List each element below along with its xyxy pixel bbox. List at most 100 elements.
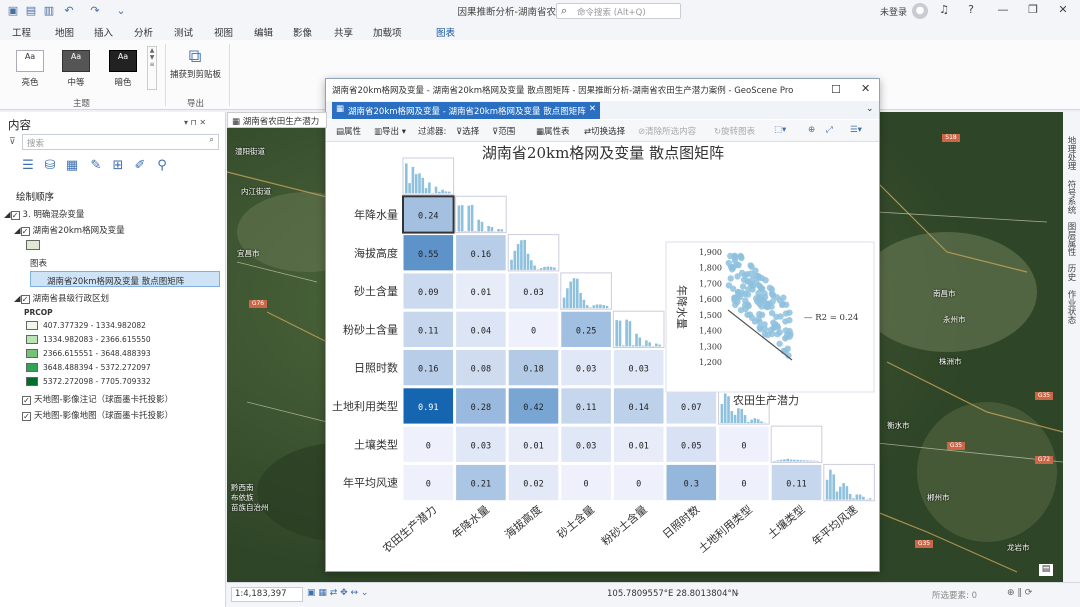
layer-basemap-imagery[interactable]: ✓ 天地图-影像地图（球面墨卡托投影） [22, 409, 173, 421]
histogram-bar [418, 173, 421, 194]
preview-y-tick: 1,700 [699, 279, 722, 288]
filter-extent-button[interactable]: ⊽范围 [492, 125, 515, 137]
menu-edit[interactable]: 编辑 [254, 25, 273, 39]
preview-y-tick: 1,800 [699, 264, 722, 273]
full-extent-icon[interactable]: ⤢ [826, 125, 833, 135]
scatter-matrix-chart[interactable]: 湖南省20km格网及变量 散点图矩阵 0.24 0.55 0.16 0.09 0.01 0.… [326, 142, 880, 572]
menu-analysis[interactable]: 分析 [134, 25, 153, 39]
histogram-bar [457, 205, 461, 232]
menu-view[interactable]: 视图 [214, 25, 233, 39]
layer-county-boundaries[interactable]: ◢✓ 湖南省县级行政区划 [14, 292, 109, 304]
capture-clipboard-icon[interactable]: ⧉ [182, 46, 208, 68]
filter-select-button[interactable]: ⊽选择 [456, 125, 479, 137]
layer-checkbox[interactable]: ✓ [22, 412, 31, 421]
histogram-bar [723, 393, 727, 424]
menu-test[interactable]: 测试 [174, 25, 193, 39]
layer-checkbox[interactable]: ✓ [20, 295, 30, 304]
menu-map[interactable]: 地图 [55, 25, 74, 39]
r2-value: 0.03 [471, 441, 491, 451]
menu-addins[interactable]: 加载项 [373, 25, 402, 39]
histogram-bar [776, 460, 780, 462]
map-notes-icon[interactable]: ▤ [1039, 564, 1053, 576]
histogram-bar [434, 186, 438, 194]
map-scale-value: 1:4,183,397 [235, 589, 287, 599]
histogram-bar [585, 305, 589, 309]
row-label: 土壤类型 [354, 437, 398, 451]
tab-history[interactable]: 历史 [1065, 264, 1077, 281]
tab-layer-properties[interactable]: 图层属性 [1065, 222, 1077, 256]
r2-value: 0.03 [628, 365, 648, 375]
coordinate-format-dropdown-icon[interactable]: ⌄ [733, 588, 741, 598]
histogram-bar [638, 337, 642, 347]
r2-value: 0.21 [471, 480, 491, 490]
clear-selection-button[interactable]: ⊘清除所选内容 [638, 125, 696, 137]
attribute-table-button[interactable]: ▦属性表 [536, 125, 570, 137]
row-label: 日照时数 [354, 362, 398, 375]
list-by-perspective-icon[interactable]: ⚲ [154, 158, 170, 174]
export-button[interactable]: ▥导出 ▾ [374, 125, 406, 137]
status-tools-icon[interactable]: ▣ ▦ ⇄ ✥ ↔ ⌄ [307, 588, 368, 598]
minimize-button[interactable]: — [994, 3, 1012, 19]
layer-checkbox[interactable]: ✓ [20, 227, 30, 236]
layer-group-confounders[interactable]: ◢✓ 3. 明确混杂变量 [4, 208, 84, 220]
list-by-labeling-icon[interactable]: ✐ [132, 158, 148, 174]
preview-point [755, 272, 762, 280]
menu-insert[interactable]: 插入 [94, 25, 113, 39]
list-by-source-icon[interactable]: ⛁ [42, 158, 58, 174]
chart-tab[interactable]: ▦ 湖南省20km格网及变量 - 湖南省20km格网及变量 散点图矩阵 ✕ [332, 102, 600, 119]
contents-search-input[interactable]: 搜索 ⌕ [22, 134, 219, 150]
list-by-snapping-icon[interactable]: ⊞ [110, 158, 126, 174]
tab-geoprocessing[interactable]: 地理处理 [1065, 136, 1077, 170]
chart-menu-icon[interactable]: ☰▾ [850, 125, 862, 135]
rotate-chart-button[interactable]: ↻旋转图表 [714, 125, 755, 137]
menu-imagery[interactable]: 影像 [293, 25, 312, 39]
menu-share[interactable]: 共享 [334, 25, 353, 39]
list-by-selection-icon[interactable]: ▦ [64, 158, 80, 174]
help-button[interactable]: ? [962, 3, 980, 19]
zoom-icon[interactable]: ⊕ [808, 125, 815, 135]
map-scale-input[interactable]: 1:4,183,397 [231, 587, 303, 602]
notification-bell-icon[interactable]: ♫ [935, 3, 953, 19]
layer-symbol[interactable] [26, 240, 40, 250]
maximize-button[interactable]: ☐ [831, 83, 841, 96]
theme-dark-button[interactable]: Aa [109, 50, 137, 72]
pane-menu-icon[interactable]: ▾ ⊓ ✕ [184, 118, 206, 127]
list-by-draw-order-icon[interactable]: ☰ [20, 158, 36, 174]
chart-title: 湖南省20km格网及变量 散点图矩阵 [482, 144, 724, 162]
selection-tool-icon[interactable]: ⬚▾ [774, 125, 786, 135]
preview-point [761, 290, 768, 297]
histogram-bar [835, 491, 839, 500]
layer-grid-variables[interactable]: ◢✓ 湖南省20km格网及变量 [14, 224, 125, 236]
close-tab-icon[interactable]: ✕ [589, 104, 596, 114]
layer-basemap-labels[interactable]: ✓ 天地图-影像注记（球面墨卡托投影） [22, 393, 173, 405]
close-button[interactable]: ✕ [1054, 3, 1072, 19]
preview-point [780, 294, 787, 301]
menu-project[interactable]: 工程 [12, 25, 31, 39]
histogram-bar [536, 269, 540, 270]
filter-icon[interactable]: ⊽ [9, 137, 16, 147]
refresh-icon[interactable]: ⊕ ‖ ⟳ [1007, 588, 1032, 598]
capture-clipboard-button[interactable]: 捕获到剪贴板 [170, 68, 221, 80]
command-search-input[interactable]: ⌕ 命令搜索 (Alt+Q) [556, 3, 681, 19]
tab-job-status[interactable]: 作业状态 [1065, 290, 1077, 324]
sign-in-status[interactable]: 未登录 [880, 5, 907, 18]
histogram-bar [605, 305, 609, 309]
theme-medium-button[interactable]: Aa [62, 50, 90, 72]
layer-checkbox[interactable]: ✓ [22, 396, 31, 405]
row-label: 海拔高度 [354, 246, 398, 260]
avatar[interactable]: ● [912, 3, 928, 19]
properties-button[interactable]: ▤属性 [336, 125, 361, 137]
layer-checkbox[interactable]: ✓ [10, 211, 20, 220]
preview-point [744, 291, 752, 298]
histogram-bar [779, 459, 783, 462]
theme-gallery-scroll[interactable]: ▲ ▼ ≡ [147, 46, 157, 90]
chart-item-scatter-matrix[interactable]: 湖南省20km格网及变量 散点图矩阵 [30, 271, 220, 287]
close-chart-window-button[interactable]: ✕ [861, 82, 870, 95]
restore-button[interactable]: ❐ [1024, 3, 1042, 19]
list-by-editing-icon[interactable]: ✎ [88, 158, 104, 174]
tab-list-dropdown-icon[interactable]: ⌄ [866, 104, 874, 114]
map-tab[interactable]: ▦ 湖南省农田生产潜力 [227, 112, 327, 128]
tab-symbology[interactable]: 符号系统 [1065, 180, 1077, 214]
theme-light-button[interactable]: Aa [16, 50, 44, 72]
switch-selection-button[interactable]: ⇄切换选择 [584, 125, 625, 137]
